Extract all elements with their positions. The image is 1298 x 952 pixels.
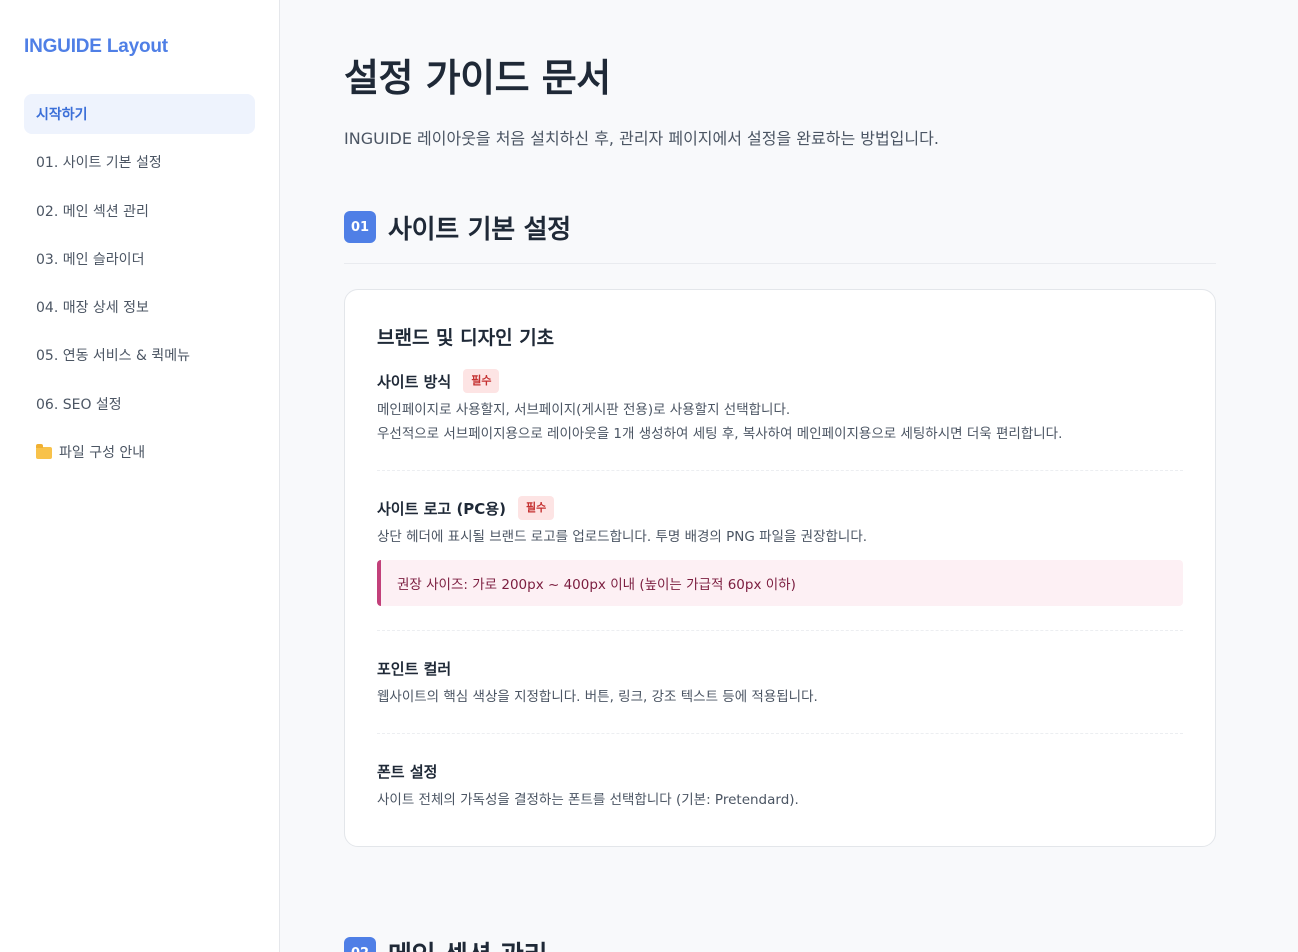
field-point-color: 포인트 컬러 웹사이트의 핵심 색상을 지정합니다. 버튼, 링크, 강조 텍스… (377, 631, 1183, 734)
field-site-mode: 사이트 방식 필수 메인페이지로 사용할지, 서브페이지(게시판 전용)로 사용… (377, 352, 1183, 471)
card-title: 브랜드 및 디자인 기초 (377, 327, 555, 349)
page-description: INGUIDE 레이아웃을 처음 설치하신 후, 관리자 페이지에서 설정을 완… (344, 129, 939, 148)
recommendation-notice: 권장 사이즈: 가로 200px ~ 400px 이내 (높이는 가급적 60p… (377, 560, 1183, 606)
field-site-logo: 사이트 로고 (PC용) 필수 상단 헤더에 표시될 브랜드 로고를 업로드합니… (377, 471, 1183, 631)
sidebar-item-label: 04. 매장 상세 정보 (36, 300, 149, 317)
sidebar-item-label: 05. 연동 서비스 & 퀵메뉴 (36, 348, 191, 365)
sidebar-item-seo[interactable]: 06. SEO 설정 (24, 384, 255, 424)
required-badge: 필수 (517, 496, 555, 520)
sidebar-item-label: 시작하기 (36, 107, 88, 123)
field-header: 폰트 설정 (377, 758, 1183, 784)
settings-card: 브랜드 및 디자인 기초 사이트 방식 필수 메인페이지로 사용할지, 서브페이… (344, 289, 1216, 847)
field-description: 사이트 전체의 가독성을 결정하는 폰트를 선택합니다 (기본: Pretend… (377, 792, 799, 808)
app-root: INGUIDE Layout 시작하기 01. 사이트 기본 설정 02. 메인… (0, 0, 1298, 952)
sidebar-item-label: 02. 메인 섹션 관리 (36, 203, 149, 220)
field-description: 메인페이지로 사용할지, 서브페이지(게시판 전용)로 사용할지 선택합니다. (377, 402, 791, 418)
field-font-setting: 폰트 설정 사이트 전체의 가독성을 결정하는 폰트를 선택합니다 (기본: P… (377, 734, 1183, 812)
sidebar-item-store-detail[interactable]: 04. 매장 상세 정보 (24, 287, 255, 327)
sidebar-item-label: 06. SEO 설정 (36, 396, 122, 413)
field-description: 우선적으로 서브페이지용으로 레이아웃을 1개 생성하여 세팅 후, 복사하여 … (377, 426, 1063, 442)
main-content: 설정 가이드 문서 INGUIDE 레이아웃을 처음 설치하신 후, 관리자 페… (280, 0, 1298, 952)
field-label: 폰트 설정 (377, 762, 438, 781)
sidebar-nav: 시작하기 01. 사이트 기본 설정 02. 메인 섹션 관리 03. 메인 슬… (24, 94, 255, 472)
sidebar-item-main-slider[interactable]: 03. 메인 슬라이더 (24, 239, 255, 279)
field-header: 포인트 컬러 (377, 655, 1183, 681)
section-number-badge: 02 (344, 937, 376, 952)
sidebar-item-label: 01. 사이트 기본 설정 (36, 155, 162, 172)
section-header: 01 사이트 기본 설정 (344, 207, 1216, 247)
sidebar-item-getting-started[interactable]: 시작하기 (24, 94, 255, 134)
folder-icon (36, 444, 52, 460)
section-divider (344, 263, 1216, 264)
field-label: 사이트 로고 (PC용) (377, 499, 506, 518)
sidebar: INGUIDE Layout 시작하기 01. 사이트 기본 설정 02. 메인… (0, 0, 280, 952)
field-description: 상단 헤더에 표시될 브랜드 로고를 업로드합니다. 투명 배경의 PNG 파일… (377, 529, 868, 545)
required-badge: 필수 (463, 369, 500, 393)
sidebar-item-site-basic[interactable]: 01. 사이트 기본 설정 (24, 142, 255, 182)
section-title: 메인 섹션 관리 (388, 935, 548, 952)
field-description: 웹사이트의 핵심 색상을 지정합니다. 버튼, 링크, 강조 텍스트 등에 적용… (377, 689, 818, 705)
field-header: 사이트 방식 필수 (377, 368, 1183, 394)
sidebar-item-file-structure[interactable]: 파일 구성 안내 (24, 432, 255, 472)
sidebar-item-main-section[interactable]: 02. 메인 섹션 관리 (24, 191, 255, 231)
brand-logo[interactable]: INGUIDE Layout (24, 34, 255, 60)
field-label: 사이트 방식 (377, 372, 452, 391)
sidebar-item-label: 파일 구성 안내 (59, 445, 146, 462)
section-number-badge: 01 (344, 211, 376, 243)
field-header: 사이트 로고 (PC용) 필수 (377, 495, 1183, 521)
page-title: 설정 가이드 문서 (344, 56, 611, 100)
section-header: 02 메인 섹션 관리 (344, 933, 1216, 952)
sidebar-item-integrations[interactable]: 05. 연동 서비스 & 퀵메뉴 (24, 335, 255, 375)
sidebar-item-label: 03. 메인 슬라이더 (36, 251, 145, 268)
field-label: 포인트 컬러 (377, 659, 452, 678)
section-title: 사이트 기본 설정 (388, 214, 571, 245)
